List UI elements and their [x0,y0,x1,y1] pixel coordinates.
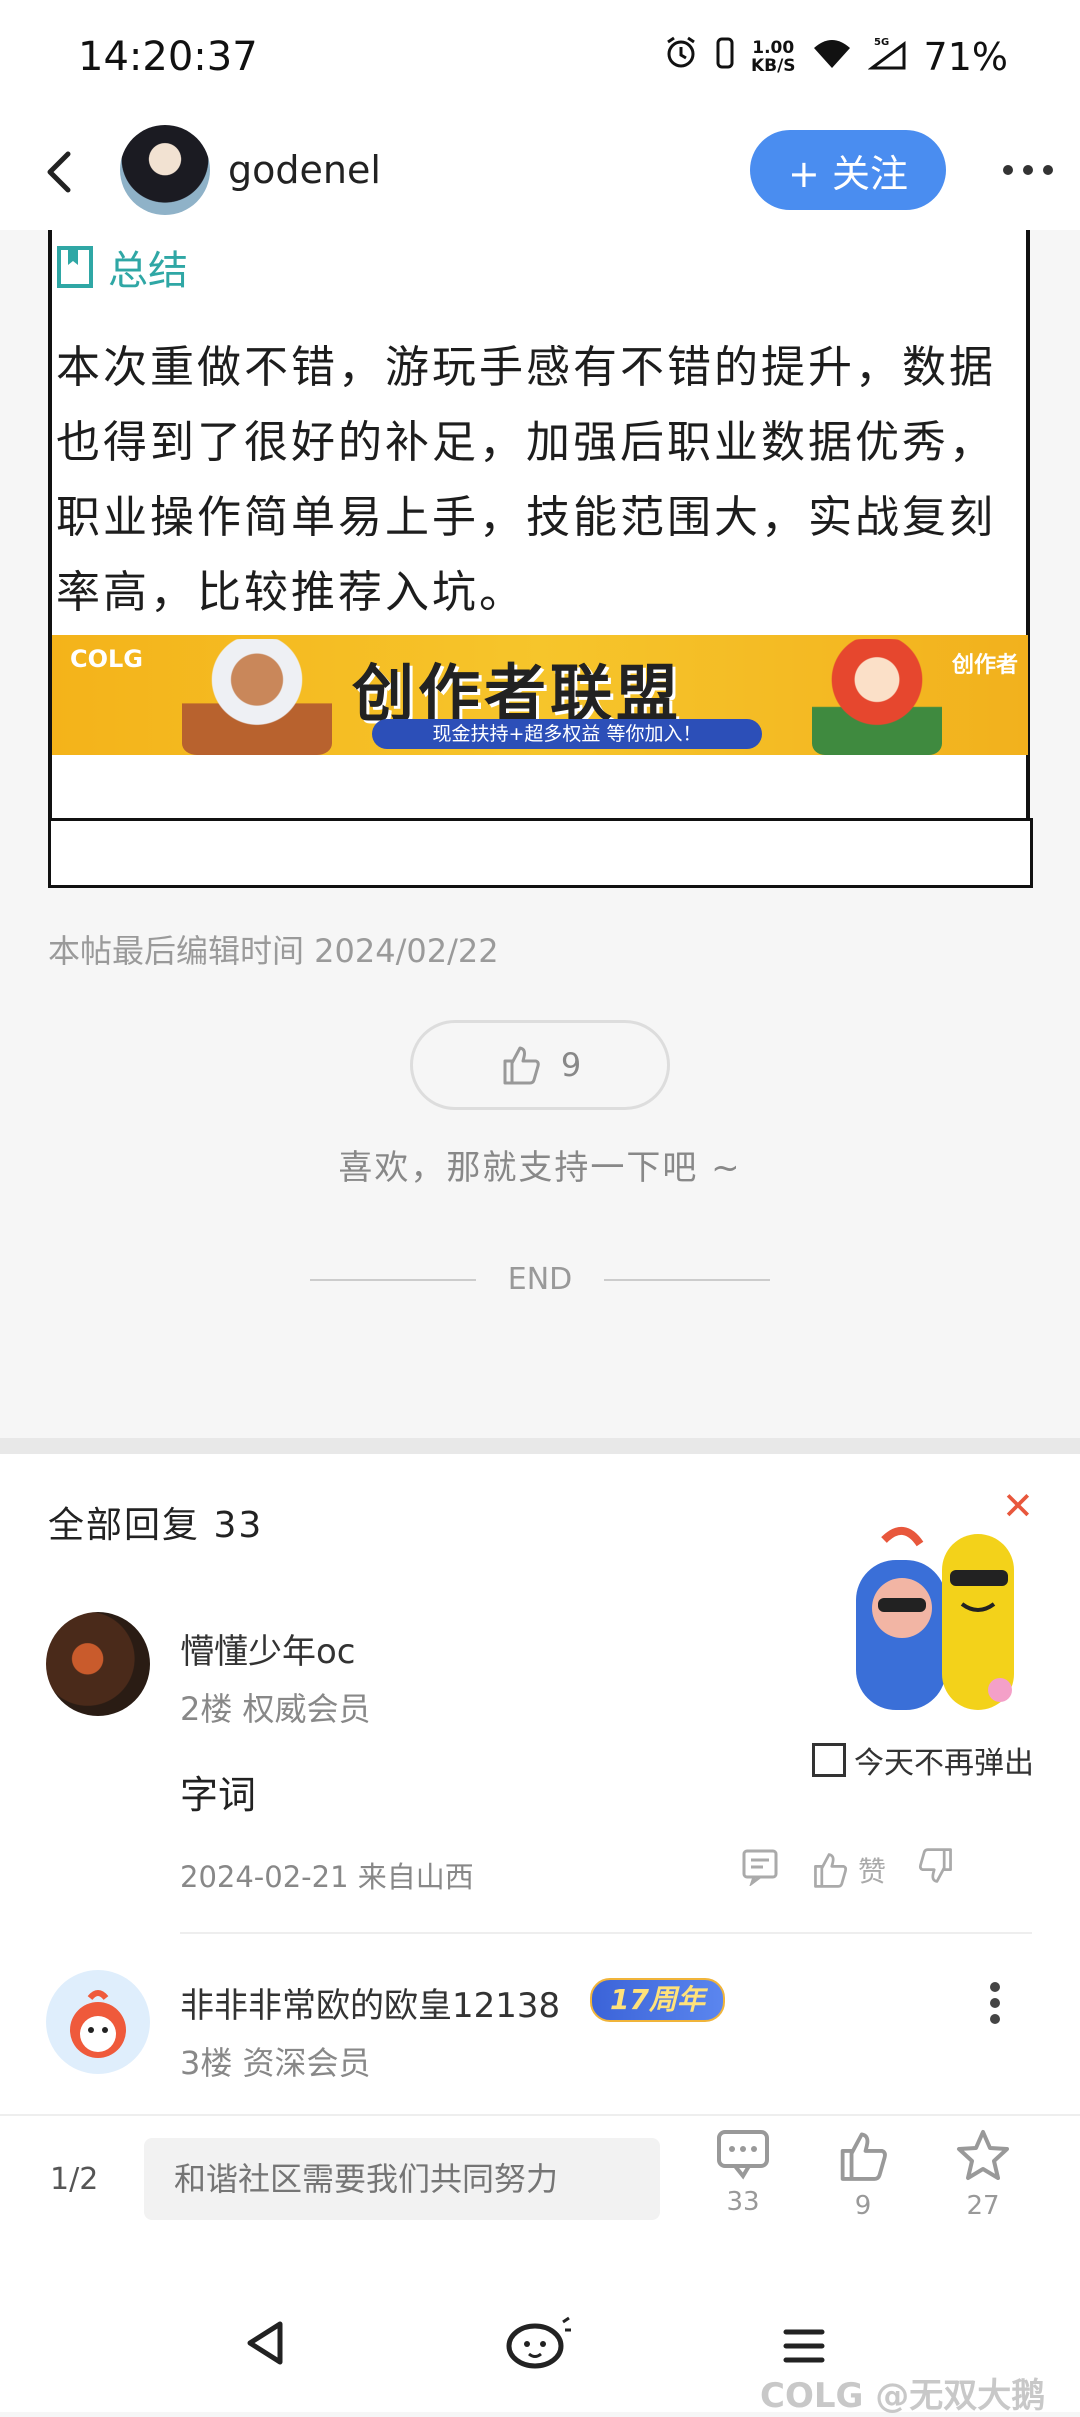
thumbs-up-icon [814,1852,848,1888]
dont-show-checkbox[interactable] [812,1743,846,1777]
replies-header: 全部回复 33 [48,1505,264,1546]
section-divider [0,1438,1080,1454]
section-heading: 总结 [56,238,188,296]
vibrate-icon [715,35,735,79]
creator-alliance-banner[interactable]: COLG 创作者联盟 现金扶持+超多权益 等你加入！ 创作者 [52,635,1028,755]
nav-home-button[interactable] [505,2312,575,2376]
like-count: 9 [560,1046,582,1084]
reply-actions: 赞 [740,1846,956,1893]
nav-recents-button[interactable] [782,2328,826,2368]
thumbs-up-icon [503,1046,540,1085]
comments-button[interactable]: 33 [698,2128,788,2217]
section-title: 总结 [108,248,188,294]
reply-avatar[interactable] [46,1970,150,2074]
dont-show-label: 今天不再弹出 [854,1746,1034,1781]
wifi-icon [812,35,852,79]
banner-subtitle: 现金扶持+超多权益 等你加入！ [372,719,762,749]
reply-author-name[interactable]: 非非非常欧的欧皇12138 [180,1978,560,2027]
author-name[interactable]: godenel [228,148,381,192]
reply-floor-rank: 2楼 权威会员 [180,1690,371,1728]
favorites-count: 27 [966,2191,1000,2221]
dont-show-today-toggle[interactable]: 今天不再弹出 [812,1738,1034,1782]
reply-like-button[interactable]: 赞 [810,1850,886,1890]
comment-input[interactable] [144,2138,660,2220]
triangle-back-icon [247,2321,283,2365]
likes-button[interactable]: 9 [818,2128,908,2221]
back-button[interactable] [30,142,90,202]
favorite-button[interactable]: 27 [938,2128,1028,2221]
star-icon [957,2130,1009,2180]
status-icons: 1.00 KB/S 5G 71% [663,34,1008,79]
reply-more-button[interactable] [988,1980,1002,2026]
like-button[interactable]: 9 [410,1020,670,1110]
reply-like-label: 赞 [858,1854,887,1888]
reply-comment-button[interactable] [740,1846,780,1893]
mascot-home-icon [506,2316,571,2369]
chevron-left-icon [47,151,71,193]
bookmark-book-icon [57,246,93,288]
banner-character-left [182,639,332,755]
creator-logo: 创作者 [952,653,1019,678]
reply-date-location: 2024-02-21 来自山西 [180,1860,474,1894]
comment-bubble-icon [717,2130,769,2180]
thumbs-down-icon [918,1848,952,1883]
anniversary-badge: 17周年 [590,1978,725,2022]
alarm-icon [663,34,699,79]
clock: 14:20:37 [78,34,258,80]
likes-count: 9 [854,2191,872,2221]
ellipsis-icon [1003,165,1053,175]
vertical-ellipsis-icon [990,1982,1000,2024]
nav-back-button[interactable] [242,2318,288,2372]
follow-button[interactable]: + 关注 [750,130,946,210]
author-avatar[interactable] [120,125,210,215]
signal-icon: 5G [867,35,908,79]
banner-character-right [812,639,942,755]
colg-logo: COLG [70,645,144,673]
empty-table-cell [48,818,1033,888]
thumbs-up-icon [840,2132,887,2181]
end-rule-right [604,1278,770,1281]
mascot-sunglasses-icon [856,1527,1014,1710]
more-options-button[interactable] [1000,158,1056,182]
comment-icon [742,1849,778,1888]
comments-count: 33 [726,2187,760,2217]
network-type: 5G [874,37,889,48]
reply-content: 字词 [180,1773,257,1817]
reply-dislike-button[interactable] [916,1846,956,1893]
end-marker: END [310,1262,770,1297]
net-speed-unit: KB/S [750,55,796,76]
page-indicator[interactable]: 1/2 [50,2162,98,2197]
watermark: COLG @无双大鹅 [760,2376,1046,2416]
like-hint: 喜欢，那就支持一下吧 ~ [338,1148,742,1188]
mascot-popup[interactable] [850,1520,1030,1720]
article-body: 本次重做不错，游玩手感有不错的提升，数据也得到了很好的补足，加强后职业数据优秀，… [56,342,996,618]
reply-floor-rank: 3楼 资深会员 [180,2044,371,2082]
menu-icon [783,2329,825,2363]
end-rule-left [310,1278,476,1281]
battery-level: 71% [923,34,1008,79]
end-label: END [507,1262,573,1297]
net-speed-value: 1.00 [752,37,795,58]
mascot-avatar-icon [70,1990,126,2058]
reply-avatar[interactable] [46,1612,150,1716]
reply-author-name[interactable]: 懵懂少年oc [180,1624,356,1673]
reply-separator [180,1932,1032,1934]
net-speed: 1.00 KB/S [751,39,796,75]
edit-timestamp: 本帖最后编辑时间 2024/02/22 [48,932,499,970]
